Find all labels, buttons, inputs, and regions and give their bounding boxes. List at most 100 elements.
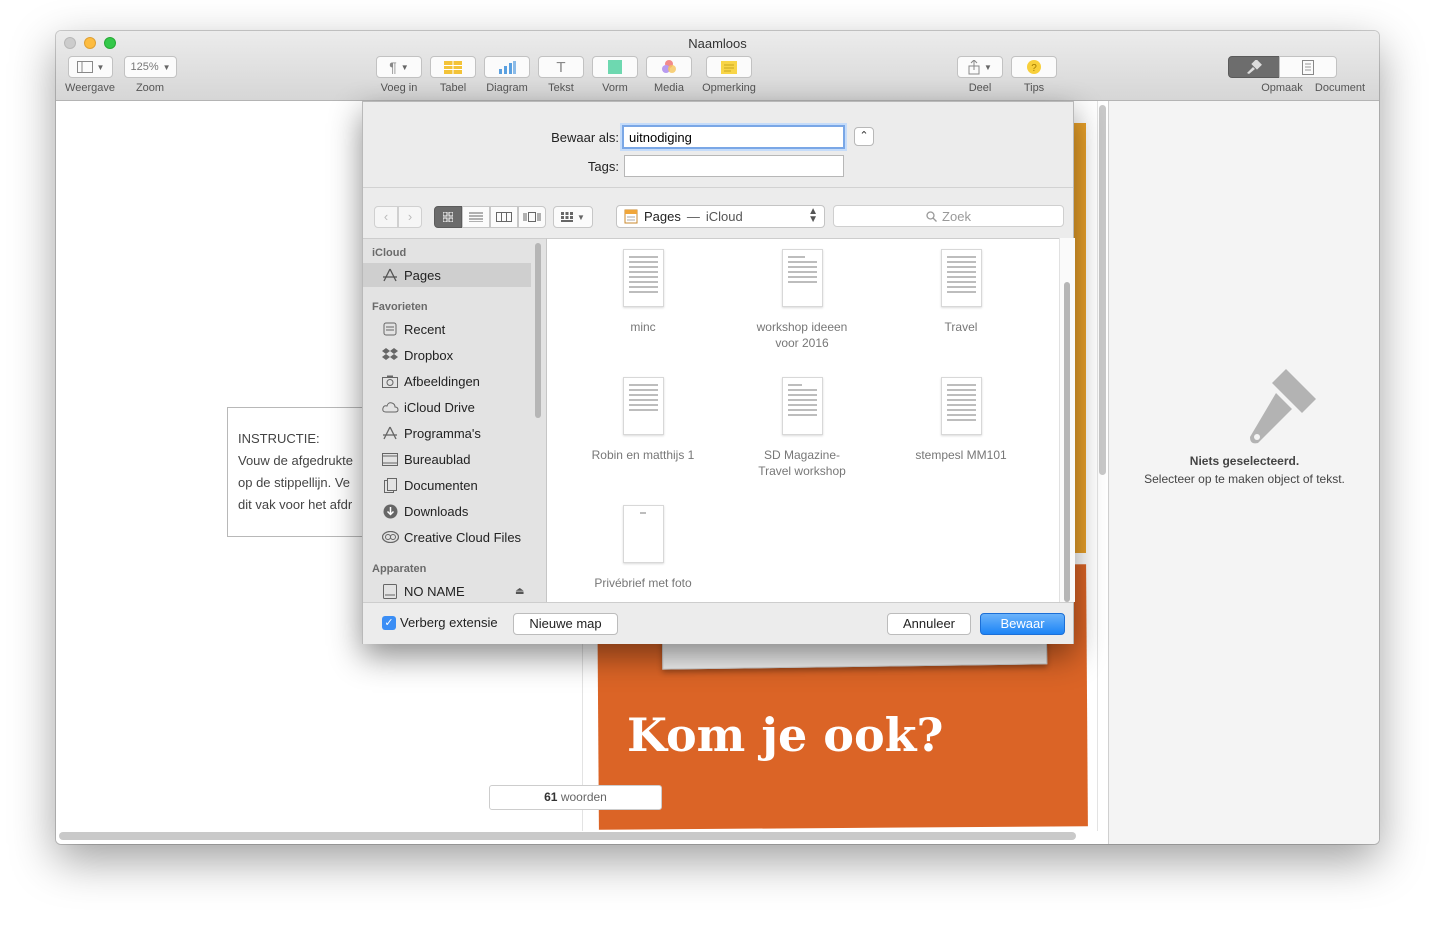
cancel-button[interactable]: Annuleer (887, 613, 971, 635)
sidebar-item-dropbox[interactable]: Dropbox (363, 343, 531, 367)
paintbrush-icon (1247, 60, 1262, 74)
horizontal-scrollbar[interactable] (59, 832, 1076, 840)
format-inspector: Niets geselecteerd. Selecteer op te make… (1108, 101, 1379, 844)
forward-button[interactable]: › (398, 206, 422, 228)
hide-extension-label: Verberg extensie (400, 615, 498, 630)
file-item[interactable]: Travel (891, 249, 1031, 335)
location-separator: — (686, 209, 700, 224)
coverflow-icon (523, 212, 541, 222)
sidebar-item-downloads[interactable]: Downloads (363, 499, 531, 523)
sidebar-item-creative-cloud[interactable]: Creative Cloud Files (363, 525, 531, 549)
file-item[interactable]: Privébrief met foto (573, 505, 713, 591)
file-item[interactable]: Robin en matthijs 1 (573, 377, 713, 463)
collapse-dialog-button[interactable]: ⌃ (854, 127, 874, 146)
share-button[interactable]: ▼ (957, 56, 1003, 78)
coverflow-view-button[interactable] (518, 206, 546, 228)
table-icon (444, 60, 462, 74)
text-button[interactable]: T (538, 56, 584, 78)
list-icon (469, 212, 483, 222)
sidebar-item-label: Documenten (404, 477, 478, 493)
chevron-up-icon: ⌃ (859, 130, 869, 142)
download-icon (381, 503, 399, 519)
view-menu-button[interactable]: ▼ (68, 56, 113, 78)
sidebar-item-label: iCloud Drive (404, 399, 475, 415)
file-item[interactable]: stempesl MM101 (891, 377, 1031, 463)
format-button[interactable] (1228, 56, 1280, 78)
eject-icon[interactable]: ⏏ (515, 586, 524, 597)
icon-view-button[interactable] (434, 206, 462, 228)
shape-button[interactable] (592, 56, 638, 78)
table-label: Tabel (439, 82, 467, 94)
file-name: stempesl MM101 (915, 448, 1007, 462)
document-icon (1302, 59, 1314, 75)
zoom-select[interactable]: 125% ▼ (124, 56, 177, 78)
media-button[interactable] (646, 56, 692, 78)
list-view-button[interactable] (462, 206, 490, 228)
tips-button[interactable]: ? (1011, 56, 1057, 78)
file-item[interactable]: SD Magazine- Travel workshop (732, 377, 872, 479)
hide-extension-checkbox[interactable]: ✓ (382, 616, 396, 630)
file-item[interactable]: workshop ideeen voor 2016 (732, 249, 872, 351)
headline-text[interactable]: Kom je ook? (627, 708, 943, 762)
chevron-down-icon: ▼ (162, 62, 171, 72)
word-count[interactable]: 61 woorden (489, 785, 662, 810)
arrange-button[interactable]: ▼ (553, 206, 593, 228)
window-title: Naamloos (688, 36, 747, 51)
dialog-footer: ✓ Verberg extensie Nieuwe map Annuleer B… (363, 602, 1073, 644)
recents-icon (381, 321, 399, 337)
table-button[interactable] (430, 56, 476, 78)
chevron-right-icon: › (407, 209, 413, 224)
chart-label: Diagram (486, 82, 528, 94)
comment-icon (721, 60, 737, 74)
checkmark-icon: ✓ (384, 617, 394, 629)
document-thumbnail (940, 249, 982, 307)
file-name: Travel (944, 320, 978, 334)
file-browser: minc workshop ideeen voor 2016 Travel Ro… (547, 238, 1059, 603)
vertical-scrollbar[interactable] (1099, 105, 1106, 475)
sidebar-item-pictures[interactable]: Afbeeldingen (363, 369, 531, 393)
location-place: iCloud (705, 209, 743, 224)
files-scrollbar[interactable] (1059, 238, 1075, 602)
cloud-icon (381, 399, 399, 415)
file-name: workshop ideeen voor 2016 (756, 320, 848, 350)
app-store-icon (381, 267, 399, 283)
shape-icon (608, 60, 622, 74)
sidebar-item-applications[interactable]: Programma's (363, 421, 531, 445)
search-field[interactable]: Zoek (833, 205, 1064, 227)
pages-window: Naamloos ▼ Weergave 125% ▼ Zoom ¶ ▼ Voeg… (56, 31, 1379, 844)
document-button[interactable] (1279, 56, 1337, 78)
chart-icon (499, 60, 516, 74)
tips-label: Tips (1023, 82, 1045, 94)
insert-button[interactable]: ¶ ▼ (376, 56, 422, 78)
sidebar-item-label: NO NAME (404, 583, 465, 599)
sidebar-item-no-name[interactable]: NO NAME ⏏ (363, 579, 531, 602)
insert-label: Voeg in (380, 82, 418, 94)
sidebar-header-devices: Apparaten (372, 563, 427, 575)
sidebar-header-icloud: iCloud (372, 247, 407, 259)
sidebar-item-icloud-drive[interactable]: iCloud Drive (363, 395, 531, 419)
columns-icon (496, 212, 512, 222)
sidebar-scrollbar[interactable] (535, 243, 541, 418)
column-view-button[interactable] (490, 206, 518, 228)
search-icon (926, 210, 938, 222)
sidebar-item-recent[interactable]: Recent (363, 317, 531, 341)
sidebar-item-documents[interactable]: Documenten (363, 473, 531, 497)
tags-field[interactable] (624, 155, 844, 177)
file-item[interactable]: minc (573, 249, 713, 335)
new-folder-button[interactable]: Nieuwe map (513, 613, 618, 635)
divider (363, 187, 1073, 188)
location-popup[interactable]: Pages — iCloud ▲ ▼ (616, 205, 825, 228)
save-as-field[interactable] (622, 125, 845, 149)
toolbar: Naamloos ▼ Weergave 125% ▼ Zoom ¶ ▼ Voeg… (56, 31, 1379, 101)
comment-button[interactable] (706, 56, 752, 78)
sidebar-item-label: Afbeeldingen (404, 373, 480, 389)
chart-button[interactable] (484, 56, 530, 78)
back-button[interactable]: ‹ (374, 206, 398, 228)
document-thumbnail (622, 505, 664, 563)
sidebar-item-pages[interactable]: Pages (363, 263, 531, 287)
sidebar-item-desktop[interactable]: Bureaublad (363, 447, 531, 471)
save-button[interactable]: Bewaar (980, 613, 1065, 635)
zoom-value: 125% (130, 61, 159, 73)
document-thumbnail (622, 249, 664, 307)
sidebar-item-label: Creative Cloud Files (404, 529, 522, 545)
